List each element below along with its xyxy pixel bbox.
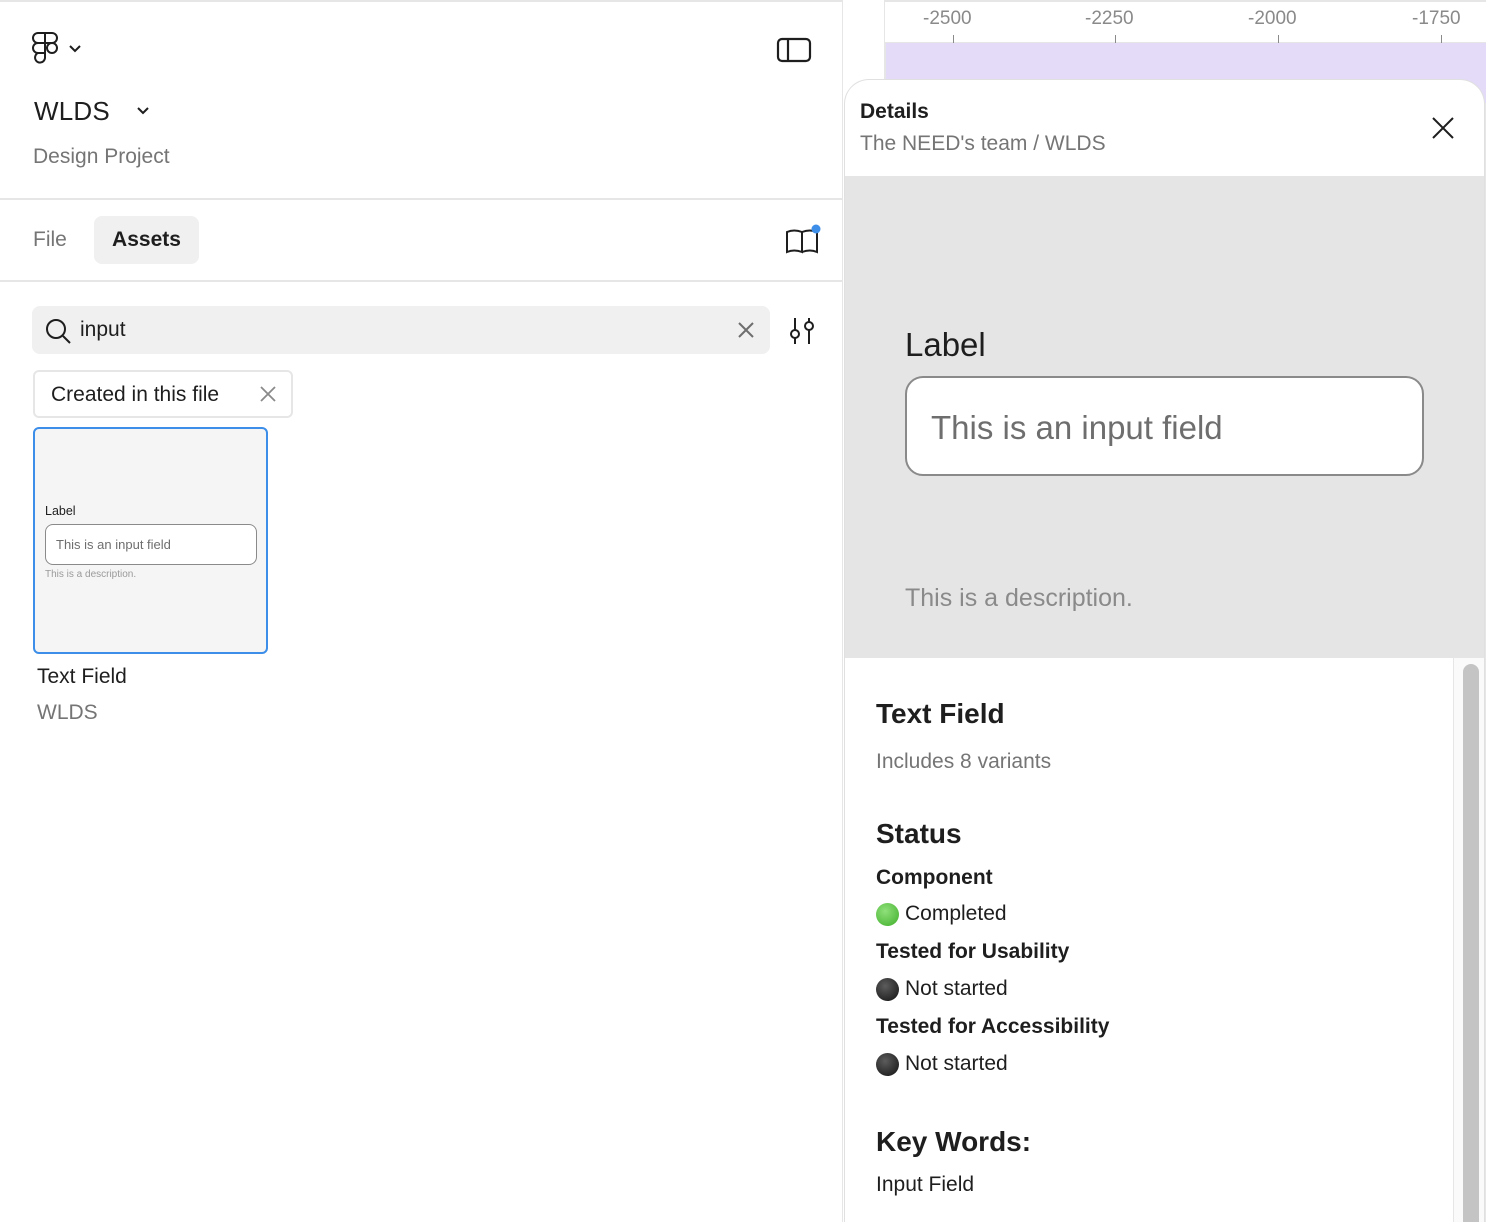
filter-chip-label: Created in this file: [51, 383, 220, 406]
preview-description: This is a description.: [905, 584, 1133, 612]
ruler-horizontal: -2500 -2250 -2000 -1750: [843, 0, 1486, 44]
chevron-down-icon: [136, 103, 150, 121]
sidebar-toggle-button[interactable]: [776, 36, 812, 64]
ruler-tick-label: -2000: [1248, 8, 1297, 29]
search-input[interactable]: [32, 306, 770, 354]
close-icon[interactable]: [259, 385, 277, 403]
asset-library: WLDS: [37, 701, 98, 724]
status-label: Component: [876, 866, 993, 889]
project-switcher[interactable]: WLDS: [34, 96, 150, 127]
preview-label: Label: [905, 326, 986, 363]
details-panel: Details The NEED's team / WLDS Label Thi…: [845, 80, 1484, 1222]
tab-file[interactable]: File: [33, 228, 67, 252]
preview-description: This is a description.: [45, 569, 137, 580]
filter-chip[interactable]: Created in this file: [33, 370, 293, 418]
status-value: Completed: [876, 902, 1007, 926]
component-preview: Label This is an input field This is a d…: [845, 176, 1484, 658]
black-circle-icon: [876, 1052, 899, 1076]
divider: [0, 198, 843, 200]
scrollbar[interactable]: [1453, 658, 1484, 1222]
sliders-icon[interactable]: [786, 315, 818, 347]
main-menu-button[interactable]: [30, 30, 94, 70]
variants-count: Includes 8 variants: [876, 750, 1052, 773]
ruler-tick-label: -2500: [923, 8, 972, 29]
chevron-down-icon: [68, 41, 82, 59]
search-value[interactable]: input: [80, 318, 126, 342]
figma-logo-icon: [30, 31, 60, 70]
preview-input: This is an input field: [905, 376, 1424, 476]
book-open-icon: [786, 224, 821, 254]
preview-label: Label: [45, 504, 76, 518]
ruler-corner: [843, 0, 885, 43]
component-name: Text Field: [876, 698, 1005, 729]
status-text: Not started: [905, 977, 1008, 1000]
libraries-button[interactable]: [784, 224, 822, 258]
details-breadcrumb: The NEED's team / WLDS: [860, 132, 1106, 155]
black-circle-icon: [876, 977, 899, 1001]
tab-assets[interactable]: Assets: [94, 216, 199, 264]
close-icon[interactable]: [736, 320, 756, 340]
preview-placeholder: This is an input field: [56, 537, 171, 552]
status-text: Not started: [905, 1052, 1008, 1075]
status-value: Not started: [876, 977, 1008, 1001]
details-title: Details: [860, 100, 929, 123]
status-value: Not started: [876, 1052, 1008, 1076]
keywords-value: Input Field: [876, 1173, 975, 1196]
preview-placeholder: This is an input field: [931, 409, 1223, 446]
search-icon: [46, 319, 71, 344]
divider: [0, 280, 843, 282]
left-sidebar: WLDS Design Project File Assets input Cr…: [0, 0, 843, 1222]
component-info: Text Field Includes 8 variants Status Co…: [845, 658, 1453, 1222]
asset-thumbnail[interactable]: Label This is an input field This is a d…: [33, 427, 268, 654]
ruler-tick-label: -1750: [1412, 8, 1461, 29]
notification-badge: [811, 224, 821, 234]
keywords-heading: Key Words:: [876, 1126, 1032, 1157]
status-label: Tested for Accessibility: [876, 1015, 1110, 1038]
status-label: Tested for Usability: [876, 940, 1070, 963]
status-heading: Status: [876, 818, 962, 849]
preview-input: This is an input field: [45, 524, 257, 565]
scrollbar-thumb[interactable]: [1463, 664, 1479, 1222]
green-circle-icon: [876, 902, 899, 926]
project-type: Design Project: [33, 145, 170, 168]
project-name: WLDS: [34, 96, 110, 126]
sidebar-toggle-icon: [776, 37, 812, 63]
close-icon[interactable]: [1431, 116, 1455, 140]
ruler-tick-label: -2250: [1085, 8, 1134, 29]
top-divider: [0, 0, 843, 2]
status-text: Completed: [905, 902, 1007, 925]
asset-name[interactable]: Text Field: [37, 665, 127, 689]
